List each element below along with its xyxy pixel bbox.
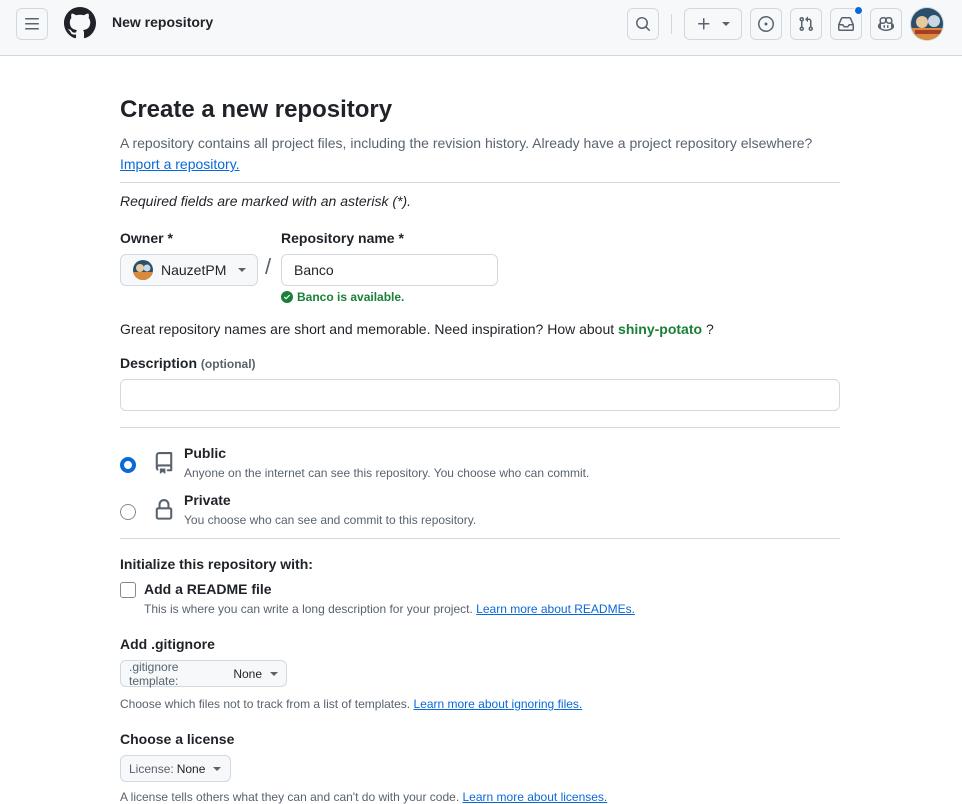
divider xyxy=(120,182,840,183)
app-header: New repository xyxy=(0,0,962,56)
lock-icon xyxy=(155,499,173,520)
suggested-name-button[interactable]: shiny-potato xyxy=(618,321,702,337)
readme-hint: This is where you can write a long descr… xyxy=(144,602,635,616)
chevron-down-icon xyxy=(238,268,247,272)
gitignore-hint: Choose which files not to track from a l… xyxy=(120,697,582,711)
private-radio[interactable] xyxy=(120,504,136,520)
readme-label[interactable]: Add a README file xyxy=(144,581,272,597)
import-repository-link[interactable]: Import a repository. xyxy=(120,156,240,172)
inbox-icon xyxy=(838,17,854,31)
license-hint: A license tells others what they can and… xyxy=(120,790,607,804)
readme-learn-more-link[interactable]: Learn more about READMEs. xyxy=(476,602,635,616)
owner-select[interactable]: NauzetPM xyxy=(120,254,258,286)
issues-button[interactable] xyxy=(750,8,782,40)
search-button[interactable] xyxy=(627,8,659,40)
divider xyxy=(120,427,840,428)
license-hint-text: A license tells others what they can and… xyxy=(120,790,460,804)
three-bars-icon xyxy=(25,18,39,30)
suggestion-suffix: ? xyxy=(705,321,714,337)
menu-button[interactable] xyxy=(16,8,48,40)
user-avatar[interactable] xyxy=(910,7,944,41)
owner-name: NauzetPM xyxy=(161,262,227,278)
repository-name-input[interactable] xyxy=(281,254,498,286)
owner-repo-separator: / xyxy=(265,254,272,279)
git-pull-request-icon xyxy=(799,16,814,32)
license-learn-more-link[interactable]: Learn more about licenses. xyxy=(463,790,608,804)
required-note: Required fields are marked with an aster… xyxy=(120,193,412,209)
divider xyxy=(120,538,840,539)
name-suggestion: Great repository names are short and mem… xyxy=(120,321,714,337)
private-title: Private xyxy=(184,492,231,508)
gitignore-hint-text: Choose which files not to track from a l… xyxy=(120,697,411,711)
chevron-down-icon xyxy=(722,22,730,26)
license-select-key: License: xyxy=(129,761,174,776)
optional-tag: (optional) xyxy=(200,357,256,371)
suggestion-prefix: Great repository names are short and mem… xyxy=(120,321,615,337)
public-title: Public xyxy=(184,445,227,461)
notification-dot xyxy=(854,6,863,15)
repo-name-label: Repository name * xyxy=(281,230,404,246)
private-description: You choose who can see and commit to thi… xyxy=(184,513,477,527)
issue-opened-icon xyxy=(758,16,774,32)
gitignore-select-key: .gitignore template: xyxy=(129,659,179,688)
subtitle-text: A repository contains all project files,… xyxy=(120,135,813,151)
public-description: Anyone on the internet can see this repo… xyxy=(184,466,590,480)
github-mark-icon[interactable] xyxy=(64,7,96,39)
owner-avatar xyxy=(133,260,153,280)
search-icon xyxy=(636,17,651,32)
pull-requests-button[interactable] xyxy=(790,8,822,40)
gitignore-heading: Add .gitignore xyxy=(120,636,215,652)
copilot-button[interactable] xyxy=(870,8,902,40)
avatar-image xyxy=(911,8,943,40)
header-title: New repository xyxy=(112,14,214,30)
owner-label: Owner * xyxy=(120,230,173,246)
page-title: Create a new repository xyxy=(120,96,393,123)
chevron-down-icon xyxy=(270,671,278,676)
description-label: Description (optional) xyxy=(120,355,256,371)
public-radio[interactable] xyxy=(120,457,136,473)
page-subtitle: A repository contains all project files,… xyxy=(120,133,840,175)
chevron-down-icon xyxy=(213,766,222,771)
repo-icon xyxy=(155,452,173,474)
availability-text: Banco is available. xyxy=(297,290,405,304)
license-select[interactable]: License: None xyxy=(120,755,231,782)
description-label-text: Description xyxy=(120,355,198,371)
create-new-button[interactable] xyxy=(684,8,742,40)
gitignore-select-value: None xyxy=(233,666,262,681)
availability-message: Banco is available. xyxy=(281,290,404,304)
copilot-icon xyxy=(878,16,894,32)
initialize-heading: Initialize this repository with: xyxy=(120,556,313,572)
plus-icon xyxy=(698,18,710,30)
gitignore-template-select[interactable]: .gitignore template: None xyxy=(120,659,287,688)
license-select-value: None xyxy=(176,761,206,776)
check-circle-fill-icon xyxy=(281,291,293,303)
readme-hint-text: This is where you can write a long descr… xyxy=(144,602,473,616)
gitignore-learn-more-link[interactable]: Learn more about ignoring files. xyxy=(413,697,582,711)
readme-checkbox[interactable] xyxy=(120,582,136,598)
license-heading: Choose a license xyxy=(120,731,235,747)
header-divider xyxy=(671,14,672,34)
description-input[interactable] xyxy=(120,379,840,411)
